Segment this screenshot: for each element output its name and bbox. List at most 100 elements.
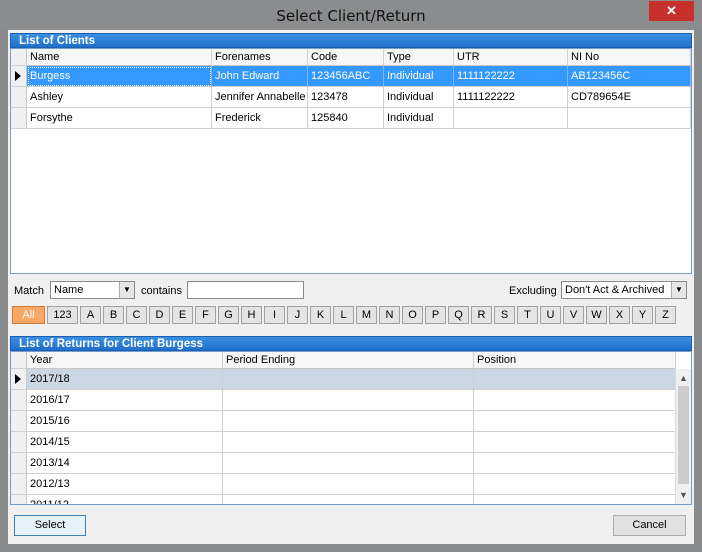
- table-cell-year[interactable]: 2017/18: [27, 369, 223, 390]
- chevron-down-icon[interactable]: ▼: [119, 282, 134, 298]
- scroll-down-arrow-icon[interactable]: ▼: [676, 488, 691, 502]
- row-selector[interactable]: [11, 66, 27, 87]
- row-selector[interactable]: [11, 474, 27, 495]
- table-cell-ni-no[interactable]: CD789654E: [568, 87, 691, 108]
- table-cell-position[interactable]: [474, 453, 676, 474]
- table-cell-period-ending[interactable]: [223, 411, 474, 432]
- match-select[interactable]: Name ▼: [50, 281, 135, 299]
- table-row[interactable]: 2017/18: [11, 369, 691, 390]
- letter-filter-n[interactable]: N: [379, 306, 400, 324]
- letter-filter-x[interactable]: X: [609, 306, 630, 324]
- table-cell-forenames[interactable]: Jennifer Annabelle: [212, 87, 308, 108]
- table-cell-type[interactable]: Individual: [384, 66, 454, 87]
- row-selector[interactable]: [11, 411, 27, 432]
- table-cell-name[interactable]: Ashley: [27, 87, 212, 108]
- table-cell-position[interactable]: [474, 369, 676, 390]
- letter-filter-q[interactable]: Q: [448, 306, 469, 324]
- table-row[interactable]: 2011/12: [11, 495, 691, 504]
- row-selector[interactable]: [11, 390, 27, 411]
- column-header-year[interactable]: Year: [27, 352, 223, 369]
- table-cell-period-ending[interactable]: [223, 474, 474, 495]
- letter-filter-d[interactable]: D: [149, 306, 170, 324]
- letter-filter-v[interactable]: V: [563, 306, 584, 324]
- table-cell-type[interactable]: Individual: [384, 87, 454, 108]
- row-selector[interactable]: [11, 453, 27, 474]
- table-cell-position[interactable]: [474, 432, 676, 453]
- letter-filter-w[interactable]: W: [586, 306, 607, 324]
- table-row[interactable]: 2014/15: [11, 432, 691, 453]
- table-cell-year[interactable]: 2012/13: [27, 474, 223, 495]
- letter-filter-f[interactable]: F: [195, 306, 216, 324]
- letter-filter-m[interactable]: M: [356, 306, 377, 324]
- letter-filter-g[interactable]: G: [218, 306, 239, 324]
- letter-filter-c[interactable]: C: [126, 306, 147, 324]
- letter-filter-r[interactable]: R: [471, 306, 492, 324]
- excluding-select[interactable]: Don't Act & Archived ▼: [561, 281, 687, 299]
- table-cell-position[interactable]: [474, 390, 676, 411]
- column-header-position[interactable]: Position: [474, 352, 676, 369]
- table-cell-code[interactable]: 123478: [308, 87, 384, 108]
- table-row[interactable]: 2013/14: [11, 453, 691, 474]
- table-cell-period-ending[interactable]: [223, 369, 474, 390]
- table-cell-utr[interactable]: 1111122222: [454, 66, 568, 87]
- column-header-utr[interactable]: UTR: [454, 49, 568, 66]
- table-cell-year[interactable]: 2016/17: [27, 390, 223, 411]
- table-cell-position[interactable]: [474, 411, 676, 432]
- table-cell-type[interactable]: Individual: [384, 108, 454, 129]
- table-row[interactable]: 2015/16: [11, 411, 691, 432]
- letter-filter-u[interactable]: U: [540, 306, 561, 324]
- letter-filter-j[interactable]: J: [287, 306, 308, 324]
- letter-filter-k[interactable]: K: [310, 306, 331, 324]
- column-header-type[interactable]: Type: [384, 49, 454, 66]
- clients-grid[interactable]: Name Forenames Code Type UTR NI No Burgess John…: [10, 48, 692, 274]
- table-cell-name[interactable]: Forsythe: [27, 108, 212, 129]
- column-header-name[interactable]: Name: [27, 49, 212, 66]
- row-selector[interactable]: [11, 87, 27, 108]
- letter-filter-p[interactable]: P: [425, 306, 446, 324]
- table-cell-utr[interactable]: [454, 108, 568, 129]
- scroll-up-arrow-icon[interactable]: ▲: [676, 371, 691, 385]
- vertical-scrollbar[interactable]: ▲ ▼: [675, 369, 691, 504]
- table-cell-forenames[interactable]: John Edward: [212, 66, 308, 87]
- letter-filter-z[interactable]: Z: [655, 306, 676, 324]
- table-cell-year[interactable]: 2014/15: [27, 432, 223, 453]
- table-cell-position[interactable]: [474, 474, 676, 495]
- table-cell-period-ending[interactable]: [223, 432, 474, 453]
- column-header-period-ending[interactable]: Period Ending: [223, 352, 474, 369]
- letter-filter-e[interactable]: E: [172, 306, 193, 324]
- table-cell-name[interactable]: Burgess: [27, 66, 212, 87]
- column-header-ni-no[interactable]: NI No: [568, 49, 691, 66]
- table-row[interactable]: Burgess John Edward 123456ABC Individual 111…: [11, 66, 691, 87]
- column-header-code[interactable]: Code: [308, 49, 384, 66]
- table-cell-year[interactable]: 2015/16: [27, 411, 223, 432]
- table-row[interactable]: Forsythe Frederick 125840 Individual: [11, 108, 691, 129]
- scrollbar-thumb[interactable]: [678, 386, 689, 484]
- letter-filter-i[interactable]: I: [264, 306, 285, 324]
- close-button[interactable]: ✕: [649, 1, 694, 21]
- table-cell-ni-no[interactable]: AB123456C: [568, 66, 691, 87]
- select-button[interactable]: Select: [14, 515, 86, 536]
- contains-input[interactable]: [187, 281, 304, 299]
- letter-filter-h[interactable]: H: [241, 306, 262, 324]
- letter-filter-b[interactable]: B: [103, 306, 124, 324]
- letter-filter-l[interactable]: L: [333, 306, 354, 324]
- table-cell-year[interactable]: 2011/12: [27, 495, 223, 504]
- table-cell-ni-no[interactable]: [568, 108, 691, 129]
- table-row[interactable]: Ashley Jennifer Annabelle 123478 Individual…: [11, 87, 691, 108]
- table-row[interactable]: 2012/13: [11, 474, 691, 495]
- letter-filter-y[interactable]: Y: [632, 306, 653, 324]
- chevron-down-icon[interactable]: ▼: [671, 282, 686, 298]
- table-cell-period-ending[interactable]: [223, 453, 474, 474]
- table-cell-period-ending[interactable]: [223, 390, 474, 411]
- cancel-button[interactable]: Cancel: [613, 515, 686, 536]
- letter-filter-t[interactable]: T: [517, 306, 538, 324]
- returns-grid[interactable]: Year Period Ending Position 2017/18 2016/17 2…: [10, 351, 692, 505]
- table-cell-code[interactable]: 125840: [308, 108, 384, 129]
- row-selector[interactable]: [11, 495, 27, 504]
- title-bar[interactable]: Select Client/Return ✕: [0, 0, 702, 30]
- letter-filter-123[interactable]: 123: [47, 306, 78, 324]
- row-selector[interactable]: [11, 432, 27, 453]
- column-header-forenames[interactable]: Forenames: [212, 49, 308, 66]
- table-row[interactable]: 2016/17: [11, 390, 691, 411]
- table-cell-forenames[interactable]: Frederick: [212, 108, 308, 129]
